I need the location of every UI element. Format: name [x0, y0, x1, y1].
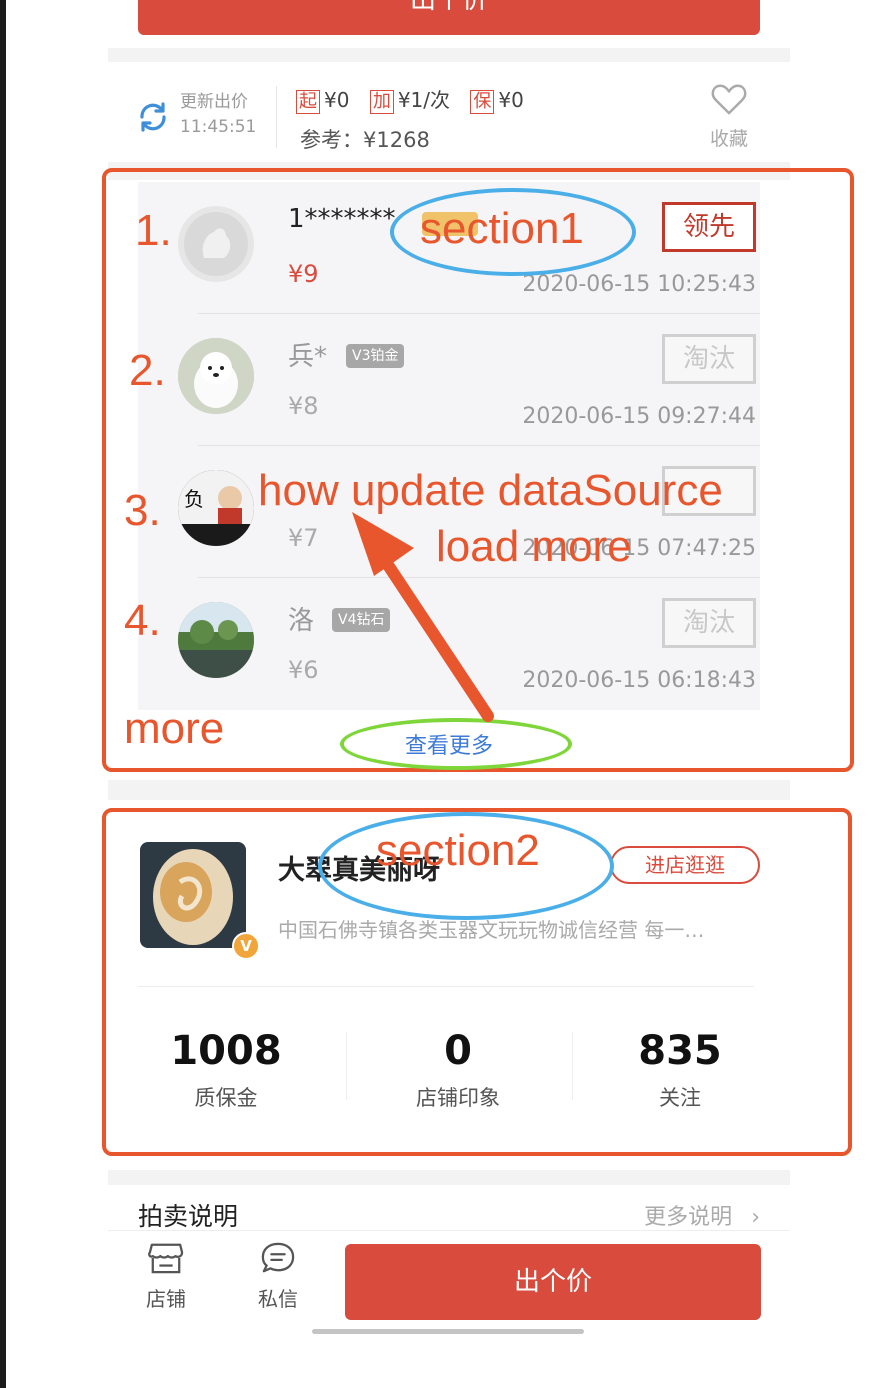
auction-notes-row[interactable]: 拍卖说明 更多说明 ›	[108, 1185, 790, 1231]
rule-start: 起 ¥0	[296, 88, 349, 114]
bid-time: 2020-06-15 07:47:25	[522, 536, 756, 561]
shop-logo[interactable]	[140, 842, 246, 948]
rule-increment: 加 ¥1/次	[369, 84, 450, 114]
status-badge: 淘汰	[662, 334, 756, 384]
refresh-label: 更新出价	[180, 92, 248, 112]
bidder-name: 兵*	[288, 342, 328, 372]
divider	[108, 162, 790, 180]
auction-detail-screen: 出个价 更新出价 11:45:51 起 ¥0 加 ¥1/次 保 ¥0 参考：¥1…	[108, 0, 790, 1335]
stat-impression: 0 店铺印象	[358, 1028, 558, 1112]
favorite-label: 收藏	[709, 128, 748, 150]
message-icon	[248, 1241, 308, 1279]
tab-message[interactable]: 私信	[248, 1241, 308, 1312]
tab-shop[interactable]: 店铺	[136, 1241, 196, 1312]
background-strip	[0, 0, 6, 1388]
avatar	[178, 338, 254, 414]
refresh-info[interactable]: 更新出价 11:45:51	[180, 90, 256, 140]
avatar	[178, 602, 254, 678]
divider	[138, 986, 754, 987]
shop-card: V 大翠真美丽呀 中国石佛寺镇各类玉器文玩玩物诚信经营 每一… 进店逛逛 100…	[108, 800, 790, 1170]
bid-row: 兵* V3铂金 ¥8 淘汰 2020-06-15 09:27:44	[168, 314, 760, 446]
divider	[108, 780, 790, 800]
chevron-right-icon: ›	[751, 1205, 760, 1230]
reference-price: 参考：¥1268	[300, 128, 430, 152]
bid-row: 负 ¥7 2020-06-15 07:47:25	[168, 446, 760, 578]
avatar	[178, 206, 254, 282]
bid-price: ¥7	[288, 524, 319, 552]
bid-button[interactable]: 出个价	[345, 1244, 761, 1320]
divider	[572, 1032, 573, 1100]
stat-value: 0	[444, 1028, 472, 1074]
bid-row: 洛 V4钻石 ¥6 淘汰 2020-06-15 06:18:43	[168, 578, 760, 710]
rule-deposit: 保 ¥0	[470, 88, 524, 114]
status-badge: 淘汰	[662, 598, 756, 648]
bid-info-bar: 更新出价 11:45:51 起 ¥0 加 ¥1/次 保 ¥0 参考：¥1268 收藏	[108, 78, 790, 158]
stat-followers: 835 关注	[580, 1028, 780, 1112]
bid-list: 1******* ¥9 领先 2020-06-15 10:25:43 兵* V3…	[138, 182, 760, 710]
favorite-button[interactable]: 收藏	[706, 82, 752, 151]
home-indicator	[312, 1329, 584, 1334]
stat-deposit: 1008 质保金	[126, 1028, 326, 1112]
page: 出个价 更新出价 11:45:51 起 ¥0 加 ¥1/次 保 ¥0 参考：¥1…	[0, 0, 896, 1388]
refresh-time: 11:45:51	[180, 117, 257, 137]
divider	[276, 86, 277, 148]
rule-value: ¥0	[324, 88, 350, 112]
bid-row: 1******* ¥9 领先 2020-06-15 10:25:43	[168, 182, 760, 314]
bottom-bar: 店铺 私信 出个价	[108, 1230, 790, 1335]
see-more-link[interactable]: 查看更多	[108, 728, 790, 760]
bid-price: ¥6	[288, 656, 319, 684]
bid-rules: 起 ¥0 加 ¥1/次 保 ¥0	[296, 84, 538, 114]
bid-time: 2020-06-15 10:25:43	[522, 272, 756, 297]
refresh-icon[interactable]	[136, 100, 170, 134]
rule-tag: 起	[296, 90, 320, 114]
shop-description: 中国石佛寺镇各类玉器文玩玩物诚信经营 每一…	[278, 918, 705, 942]
bid-price: ¥9	[288, 260, 319, 288]
vip-badge: V3铂金	[346, 344, 405, 368]
rule-value: ¥0	[498, 88, 524, 112]
top-bid-button[interactable]: 出个价	[138, 0, 760, 35]
vip-badge: V4钻石	[332, 608, 391, 632]
heart-icon	[706, 82, 752, 120]
auction-notes-title: 拍卖说明	[138, 1202, 239, 1231]
avatar: 负	[178, 470, 254, 546]
rule-tag: 加	[369, 90, 394, 114]
svg-text:负: 负	[184, 487, 204, 511]
enter-shop-button[interactable]: 进店逛逛	[610, 846, 760, 884]
stat-label: 关注	[659, 1086, 701, 1110]
bid-price: ¥8	[288, 392, 319, 420]
more-notes-link[interactable]: 更多说明 ›	[644, 1199, 760, 1231]
divider	[108, 48, 790, 62]
more-notes-label: 更多说明	[644, 1205, 733, 1230]
rule-value: ¥1/次	[397, 88, 450, 112]
stat-label: 质保金	[194, 1086, 258, 1110]
stat-value: 835	[638, 1028, 722, 1074]
bid-time: 2020-06-15 06:18:43	[522, 668, 756, 693]
tab-label: 私信	[258, 1287, 298, 1311]
bid-time: 2020-06-15 09:27:44	[522, 404, 756, 429]
verified-badge: V	[232, 932, 260, 960]
store-icon	[136, 1241, 196, 1279]
shop-name[interactable]: 大翠真美丽呀	[278, 848, 440, 887]
vip-badge	[422, 212, 478, 236]
rule-tag: 保	[470, 90, 495, 114]
divider	[108, 1170, 790, 1185]
tab-label: 店铺	[146, 1287, 186, 1311]
stat-value: 1008	[170, 1028, 282, 1074]
bidder-name: 1*******	[288, 204, 396, 234]
bidder-name: 洛	[288, 606, 315, 636]
stat-label: 店铺印象	[416, 1086, 500, 1110]
divider	[346, 1032, 347, 1100]
status-badge	[662, 466, 756, 516]
status-badge: 领先	[662, 202, 756, 252]
